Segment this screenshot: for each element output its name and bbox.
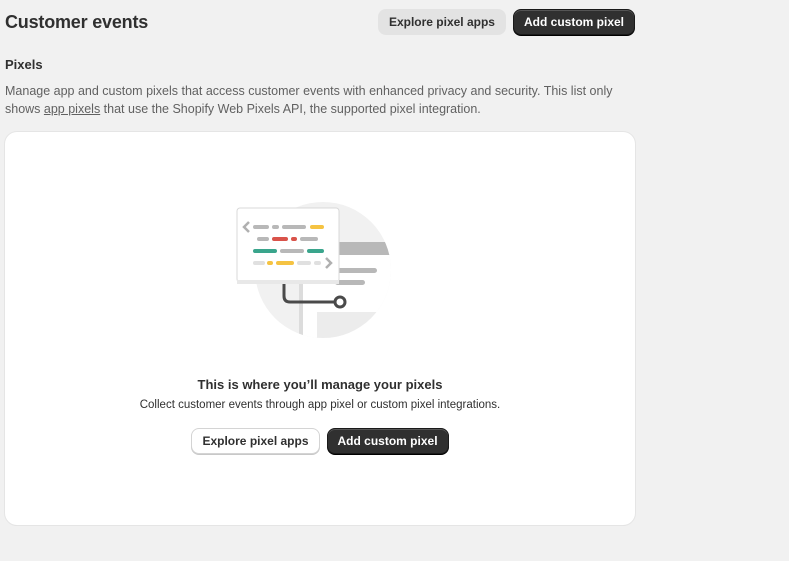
pixels-description-text-end: that use the Shopify Web Pixels API, the…: [100, 102, 481, 116]
header-actions: Explore pixel apps Add custom pixel: [377, 9, 635, 35]
pixel-code-illustration-icon: [236, 202, 391, 338]
app-pixels-link[interactable]: app pixels: [44, 102, 100, 116]
customer-events-page: Customer events Explore pixel apps Add c…: [0, 0, 789, 561]
explore-pixel-apps-button[interactable]: Explore pixel apps: [377, 9, 506, 35]
empty-state-explore-pixel-apps-button[interactable]: Explore pixel apps: [191, 428, 320, 454]
add-custom-pixel-button[interactable]: Add custom pixel: [512, 9, 635, 35]
empty-state-description: Collect customer events through app pixe…: [139, 399, 501, 411]
empty-state-card: This is where you’ll manage your pixels …: [5, 132, 635, 525]
empty-state-title: This is where you’ll manage your pixels: [197, 377, 443, 392]
page-title: Customer events: [5, 11, 149, 32]
pixels-description: Manage app and custom pixels that access…: [5, 82, 635, 118]
page-header: Customer events Explore pixel apps Add c…: [5, 8, 635, 36]
empty-state-actions: Explore pixel apps Add custom pixel: [5, 428, 635, 454]
pixels-heading: Pixels: [5, 57, 43, 72]
empty-state-add-custom-pixel-button[interactable]: Add custom pixel: [326, 428, 449, 454]
